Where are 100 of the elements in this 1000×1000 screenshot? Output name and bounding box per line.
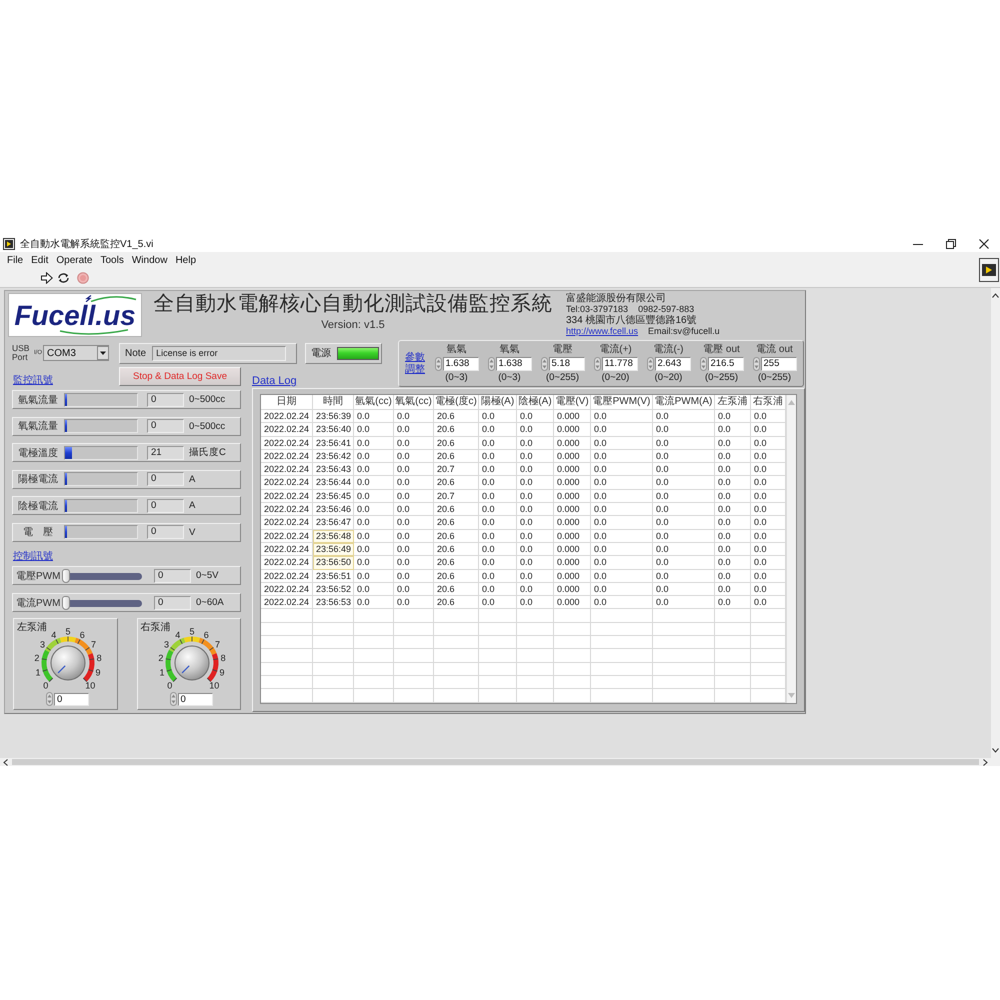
table-cell: 0.0 xyxy=(354,530,394,543)
cycle-arrows-icon[interactable] xyxy=(57,272,70,284)
table-cell: 20.6 xyxy=(434,436,479,450)
run-arrow-icon[interactable] xyxy=(41,272,53,284)
website-link[interactable]: http://www.fcell.us xyxy=(566,326,638,337)
column-header: 左泵浦 xyxy=(715,395,751,410)
parameter-link[interactable]: 參數調整 xyxy=(405,352,427,376)
table-cell: 0.000 xyxy=(554,516,591,530)
table-cell: 0.0 xyxy=(479,530,517,543)
column-header: 陰極(A) xyxy=(517,395,554,410)
table-cell: 0.0 xyxy=(653,556,715,570)
chevron-up-icon[interactable] xyxy=(992,293,999,298)
slider-thumb[interactable] xyxy=(62,596,70,610)
number-field[interactable]: 0 xyxy=(178,692,212,706)
unit-label: 0~500cc xyxy=(189,394,226,405)
up-down-arrows-icon[interactable] xyxy=(46,692,53,706)
signal-label: 電 壓 xyxy=(22,526,54,539)
up-down-arrows-icon[interactable] xyxy=(170,692,176,706)
up-down-arrows-icon[interactable] xyxy=(434,357,442,371)
up-down-arrows-icon[interactable] xyxy=(540,357,548,371)
unit-label: A xyxy=(189,474,196,484)
value-display: 0 xyxy=(147,525,184,539)
number-field[interactable]: 11.778 xyxy=(602,357,638,371)
section-link[interactable]: 監控訊號 xyxy=(13,375,53,387)
table-cell: 0.0 xyxy=(354,582,394,596)
up-down-arrows-icon[interactable] xyxy=(594,357,600,371)
menu-item[interactable]: Help xyxy=(175,254,196,266)
scale-number: 0 xyxy=(166,680,172,690)
table-cell: 0.0 xyxy=(591,530,653,543)
number-field[interactable]: 2.643 xyxy=(654,357,690,371)
table-cell: 0.0 xyxy=(479,503,517,516)
table-cell: 0.000 xyxy=(554,463,591,476)
menu-item[interactable]: File xyxy=(7,254,24,266)
number-field[interactable]: 5.18 xyxy=(548,357,584,371)
knob[interactable] xyxy=(50,646,86,680)
up-down-arrows-icon[interactable] xyxy=(646,357,654,371)
window-title: 全自動水電解系統監控V1_5.vi xyxy=(20,238,154,251)
menu-item[interactable]: Window xyxy=(132,254,168,266)
number-field[interactable]: 1.638 xyxy=(496,357,532,371)
range-label: (0~3) xyxy=(498,372,521,383)
menu-item[interactable]: Operate xyxy=(56,254,92,266)
number-field[interactable]: 216.5 xyxy=(708,357,744,371)
table-cell: 0.0 xyxy=(591,596,653,610)
range-label: (0~255) xyxy=(758,372,791,383)
table-cell: 0.0 xyxy=(479,516,517,530)
scale-number: 5 xyxy=(66,627,70,636)
scale-number: 9 xyxy=(95,668,100,678)
menu-item[interactable]: Tools xyxy=(100,254,124,266)
table-cell: 0.000 xyxy=(554,490,591,504)
table-cell: 0.0 xyxy=(591,410,653,424)
table-cell: 0.000 xyxy=(554,542,591,556)
table-cell: 0.0 xyxy=(354,436,394,450)
table-cell: 2022.02.24 xyxy=(261,476,313,490)
table-cell: 0.0 xyxy=(517,542,554,556)
scale-number: 10 xyxy=(208,680,219,690)
table-cell: 23:56:40 xyxy=(313,423,354,437)
slider-track[interactable] xyxy=(62,596,142,610)
vertical-scrollbar[interactable] xyxy=(991,288,1000,758)
table-cell: 0.0 xyxy=(715,436,751,450)
triangle-up-icon[interactable] xyxy=(788,400,795,405)
table-cell: 0.0 xyxy=(394,582,434,596)
table-cell: 0.0 xyxy=(517,450,554,464)
horizontal-scrollbar[interactable] xyxy=(0,758,1000,766)
number-field[interactable]: 255 xyxy=(760,357,796,371)
chevron-left-icon[interactable] xyxy=(3,758,8,766)
up-down-arrows-icon[interactable] xyxy=(752,357,760,371)
data-log-link[interactable]: Data Log xyxy=(252,375,297,388)
section-link[interactable]: 控制訊號 xyxy=(13,550,53,562)
knob[interactable] xyxy=(174,646,209,680)
table-cell: 0.0 xyxy=(591,476,653,490)
number-field[interactable]: 1.638 xyxy=(442,357,478,371)
table-cell: 0.0 xyxy=(354,450,394,464)
triangle-down-icon[interactable] xyxy=(788,693,795,698)
slider-thumb[interactable] xyxy=(62,568,70,582)
chevron-down-icon[interactable] xyxy=(992,748,999,753)
table-cell: 0.0 xyxy=(715,570,751,583)
chevron-right-icon[interactable] xyxy=(983,758,988,766)
port-label: USB Port xyxy=(12,344,30,362)
scale-number: 4 xyxy=(51,630,56,640)
value-display: 0 xyxy=(147,498,184,512)
table-cell: 0.0 xyxy=(479,490,517,504)
slider-track[interactable] xyxy=(62,568,142,582)
range-label: (0~20) xyxy=(602,372,630,383)
port-dropdown[interactable]: COM3 xyxy=(43,345,109,361)
table-cell: 0.0 xyxy=(394,463,434,476)
number-field[interactable]: 0 xyxy=(54,692,89,706)
up-down-arrows-icon[interactable] xyxy=(700,357,706,371)
scale-number: 2 xyxy=(34,653,40,664)
table-scrollbar[interactable] xyxy=(786,395,796,703)
table-cell: 0.000 xyxy=(554,450,591,464)
scrollbar-thumb[interactable] xyxy=(12,759,979,765)
vi-icon[interactable] xyxy=(979,258,999,282)
scale-number: 3 xyxy=(40,639,46,650)
table-cell: 0.0 xyxy=(479,542,517,556)
stop-icon[interactable] xyxy=(77,272,89,284)
menu-item[interactable]: Edit xyxy=(31,254,48,266)
scale-number: 1 xyxy=(159,668,164,678)
column-header: 電極(度c) xyxy=(434,395,479,410)
up-down-arrows-icon[interactable] xyxy=(488,357,494,371)
table-cell: 0.0 xyxy=(653,570,715,583)
